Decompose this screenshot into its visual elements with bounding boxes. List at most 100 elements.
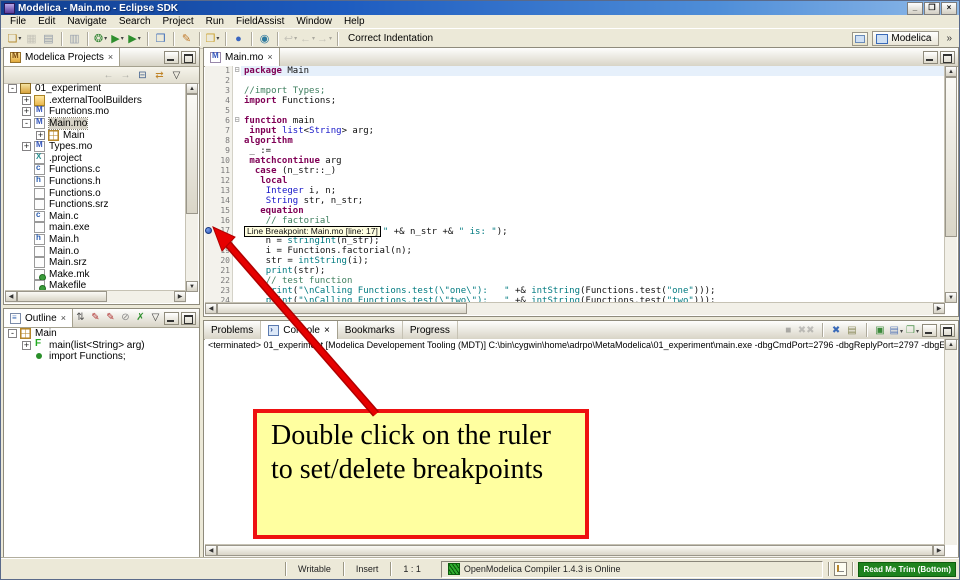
collapse-all-icon[interactable]: ⊟ (136, 70, 149, 81)
web-browser-icon[interactable]: ◉ (257, 31, 272, 47)
breakpoint-ruler[interactable] (205, 246, 212, 256)
breakpoint-ruler[interactable] (205, 106, 212, 116)
project-tree-item[interactable]: -Main.mo (5, 118, 186, 130)
code-line[interactable]: 8algorithm (205, 136, 945, 146)
scroll-thumb[interactable] (17, 291, 107, 302)
project-tree-item[interactable]: Functions.o (5, 187, 186, 199)
close-button[interactable]: × (941, 2, 957, 15)
scroll-left-icon[interactable]: ◀ (5, 291, 17, 302)
project-tree-item[interactable]: -01_experiment (5, 83, 186, 95)
scroll-up-icon[interactable]: ▲ (945, 339, 957, 350)
print-icon[interactable]: ▤ (41, 31, 56, 47)
clear-console-icon[interactable]: ✖ (830, 325, 843, 336)
code-line[interactable]: 21 print(str); (205, 266, 945, 276)
expand-icon[interactable]: + (22, 96, 31, 105)
collapse-icon[interactable]: - (8, 329, 17, 338)
open-type-icon[interactable]: ❒ (153, 31, 168, 47)
scroll-right-icon[interactable]: ▶ (933, 545, 945, 556)
scroll-up-icon[interactable]: ▲ (186, 83, 198, 94)
correct-indentation-button[interactable]: Correct Indentation (348, 33, 433, 44)
tab-progress[interactable]: Progress (403, 321, 458, 339)
expand-icon[interactable]: + (22, 341, 31, 350)
project-tree-item[interactable]: main.exe (5, 222, 186, 234)
code-line[interactable]: 12 local (205, 176, 945, 186)
tab-modelica-projects[interactable]: Modelica Projects × (4, 48, 120, 66)
scroll-thumb[interactable] (945, 77, 957, 237)
maximize-view-button[interactable] (181, 51, 196, 64)
hide-fields-icon[interactable]: ✎ (89, 312, 102, 325)
project-tree-item[interactable]: Make.mk (5, 269, 186, 281)
breakpoint-ruler[interactable] (205, 166, 212, 176)
menu-file[interactable]: File (4, 16, 32, 27)
breakpoint-ruler[interactable] (205, 136, 212, 146)
project-tree-item[interactable]: .project (5, 153, 186, 165)
code-line[interactable]: 9 _ := (205, 146, 945, 156)
breakpoint-ruler[interactable] (205, 146, 212, 156)
expand-icon[interactable]: + (22, 142, 31, 151)
pin-console-icon[interactable]: ▣ (874, 325, 887, 336)
title-bar[interactable]: Modelica - Main.mo - Eclipse SDK _ ❐ × (1, 1, 959, 15)
dropdown-arrow-icon[interactable]: ▾ (916, 329, 919, 335)
project-tree-item[interactable]: +Types.mo (5, 141, 186, 153)
hide-non-public-icon[interactable]: ⊘ (119, 312, 132, 325)
menu-window[interactable]: Window (290, 16, 338, 27)
console-hscrollbar[interactable]: ◀ ▶ (205, 544, 945, 557)
tab-problems[interactable]: Problems (204, 321, 261, 339)
breakpoint-ruler[interactable] (205, 256, 212, 266)
code-line[interactable]: 7 input list<String> arg; (205, 126, 945, 136)
code-line[interactable]: 16 // factorial (205, 216, 945, 226)
world-icon[interactable]: ● (231, 31, 246, 47)
code-line[interactable]: 10 matchcontinue arg (205, 156, 945, 166)
code-line[interactable]: 6⊟function main (205, 116, 945, 126)
projects-hscrollbar[interactable]: ◀ ▶ (5, 290, 186, 303)
open-perspective-icon[interactable] (852, 32, 868, 46)
view-menu-icon[interactable]: ▽ (170, 70, 183, 81)
project-tree-item[interactable]: Functions.h (5, 176, 186, 188)
minimize-button[interactable]: _ (907, 2, 923, 15)
menu-project[interactable]: Project (157, 16, 200, 27)
project-tree-item[interactable]: +.externalToolBuilders (5, 95, 186, 107)
console-vscrollbar[interactable]: ▲ (944, 339, 957, 545)
scroll-up-icon[interactable]: ▲ (945, 66, 957, 77)
code-line[interactable]: 20 str = intString(i); (205, 256, 945, 266)
breakpoint-ruler[interactable] (205, 236, 212, 246)
tab-main-mo[interactable]: Main.mo × (204, 48, 280, 66)
breakpoint-ruler[interactable] (205, 196, 212, 206)
view-menu-icon[interactable]: ▽ (149, 312, 162, 325)
breakpoint-ruler[interactable] (205, 76, 212, 86)
breakpoint-ruler[interactable] (205, 186, 212, 196)
project-tree-item[interactable]: +Functions.mo (5, 106, 186, 118)
scroll-track[interactable] (467, 303, 933, 315)
project-tree-item[interactable]: Main.srz (5, 257, 186, 269)
dropdown-arrow-icon[interactable]: ▾ (900, 329, 903, 335)
breakpoint-ruler[interactable] (205, 226, 212, 236)
scroll-right-icon[interactable]: ▶ (174, 291, 186, 302)
code-line[interactable]: 14 String str, n_str; (205, 196, 945, 206)
scroll-thumb[interactable] (217, 545, 933, 556)
code-line[interactable]: 13 Integer i, n; (205, 186, 945, 196)
code-line[interactable]: 19 i = Functions.factorial(n); (205, 246, 945, 256)
code-line[interactable]: 1⊟package Main (205, 66, 945, 76)
dropdown-arrow-icon[interactable]: ▾ (121, 32, 124, 46)
expand-icon[interactable]: + (22, 107, 31, 116)
dropdown-arrow-icon[interactable]: ▾ (18, 32, 21, 46)
scroll-thumb[interactable] (217, 303, 467, 314)
maximize-view-button[interactable] (940, 324, 955, 337)
tab-bookmarks[interactable]: Bookmarks (338, 321, 403, 339)
minimize-view-button[interactable] (922, 324, 937, 337)
minimize-editor-button[interactable] (923, 51, 938, 64)
collapse-icon[interactable]: - (22, 119, 31, 128)
breakpoint-ruler[interactable] (205, 176, 212, 186)
breakpoint-ruler[interactable] (205, 276, 212, 286)
maximize-editor-button[interactable] (940, 51, 955, 64)
perspective-button-modelica[interactable]: Modelica (872, 31, 939, 46)
open-console-icon[interactable]: ❒▾ (906, 325, 919, 336)
scroll-left-icon[interactable]: ◀ (205, 303, 217, 314)
close-view-icon[interactable]: × (324, 325, 330, 336)
collapse-icon[interactable]: - (8, 84, 17, 93)
print-file-icon[interactable]: ▥ (67, 31, 82, 47)
scroll-lock-icon[interactable]: ▤ (846, 325, 859, 336)
breakpoint-ruler[interactable] (205, 216, 212, 226)
breakpoint-ruler[interactable] (205, 156, 212, 166)
project-tree-item[interactable]: Functions.srz (5, 199, 186, 211)
